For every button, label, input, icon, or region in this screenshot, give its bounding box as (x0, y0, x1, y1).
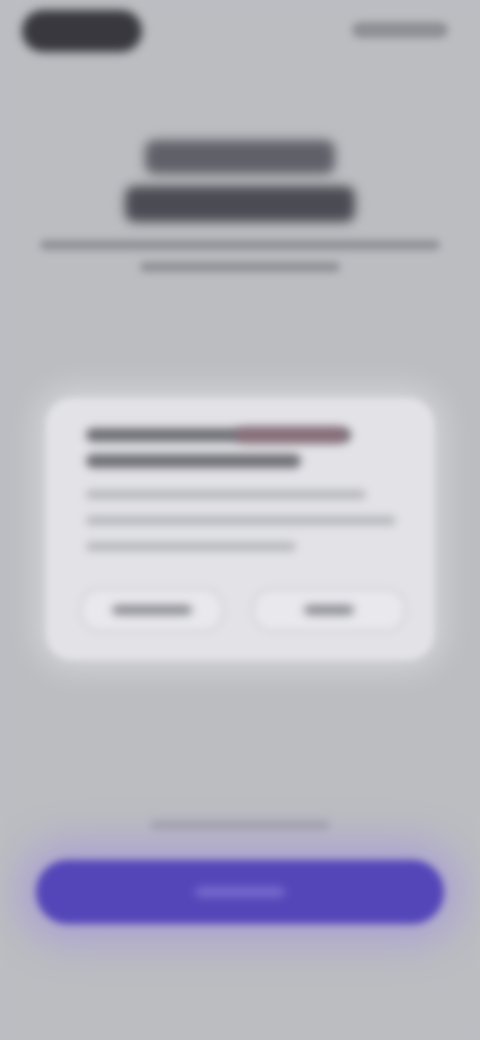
card-body-line-1 (86, 490, 366, 499)
card-title-line-2 (86, 454, 301, 468)
subtitle-line-2 (140, 262, 340, 272)
card-confirm-button-label (304, 605, 354, 615)
card-secondary-button[interactable] (80, 588, 224, 632)
card-body-line-2 (86, 516, 396, 525)
page-title-line-2 (125, 186, 355, 222)
status-indicators (352, 22, 448, 38)
dialog-card (46, 398, 434, 660)
card-body-line-3 (86, 542, 296, 551)
card-confirm-button[interactable] (252, 588, 406, 632)
subtitle-line-1 (40, 240, 440, 250)
top-left-pill (22, 10, 142, 52)
primary-action-button[interactable] (36, 860, 444, 924)
primary-action-button-label (195, 887, 285, 897)
page-title (0, 140, 480, 222)
footer-hint (150, 820, 330, 830)
blurred-screen (0, 0, 480, 1040)
page-title-line-1 (145, 140, 335, 174)
card-secondary-button-label (112, 605, 192, 615)
card-title-highlight (236, 428, 346, 442)
